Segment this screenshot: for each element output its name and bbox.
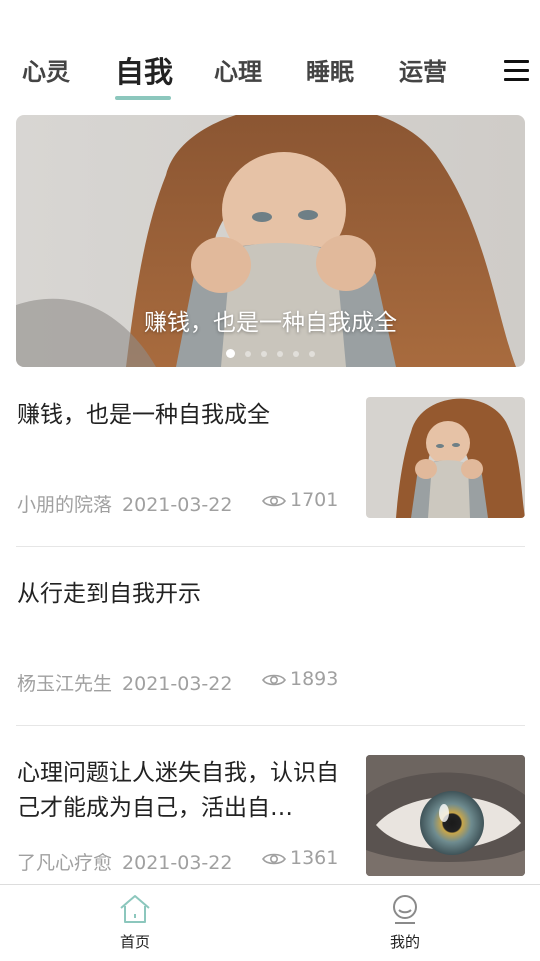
- article-author: 小朋的院落: [17, 494, 113, 516]
- nav-profile[interactable]: 我的: [365, 893, 445, 952]
- carousel-dot[interactable]: [261, 350, 267, 357]
- view-count: 1893: [262, 668, 338, 690]
- article-meta: 了凡心疗愈 2021-03-22: [17, 848, 232, 875]
- carousel-dot[interactable]: [226, 349, 235, 358]
- eye-icon: [262, 853, 286, 864]
- carousel-dot[interactable]: [309, 350, 315, 357]
- view-count: 1701: [262, 489, 338, 511]
- banner-carousel[interactable]: 赚钱，也是一种自我成全: [16, 115, 525, 367]
- active-tab-indicator: [115, 96, 171, 100]
- article-item[interactable]: 赚钱，也是一种自我成全 小朋的院落 2021-03-22 1701: [16, 396, 525, 520]
- article-date: 2021-03-22: [122, 673, 233, 695]
- view-count-value: 1701: [290, 489, 339, 511]
- tab-ziwo[interactable]: 自我: [115, 52, 173, 92]
- nav-home[interactable]: 首页: [95, 893, 175, 952]
- tab-xinli[interactable]: 心理: [214, 52, 262, 92]
- profile-icon: [393, 895, 417, 924]
- article-meta: 小朋的院落 2021-03-22: [17, 490, 232, 517]
- tab-xinling[interactable]: 心灵: [22, 52, 70, 92]
- article-author: 了凡心疗愈: [17, 852, 113, 874]
- banner-caption: 赚钱，也是一种自我成全: [144, 310, 397, 336]
- eye-icon: [262, 495, 286, 506]
- article-meta: 杨玉江先生 2021-03-22: [17, 669, 232, 696]
- view-count-value: 1361: [290, 847, 339, 869]
- article-item[interactable]: 心理问题让人迷失自我，认识自己才能成为自己，活出自… 了凡心疗愈 2021-03-…: [16, 754, 525, 878]
- article-thumbnail: [366, 755, 525, 876]
- article-thumbnail: [366, 397, 525, 518]
- view-count-value: 1893: [290, 668, 339, 690]
- eye-icon: [262, 674, 286, 685]
- nav-profile-label: 我的: [389, 933, 420, 951]
- divider: [16, 725, 525, 726]
- home-icon: [120, 895, 150, 923]
- tab-yunying[interactable]: 运营: [399, 52, 447, 92]
- tab-shuimian[interactable]: 睡眠: [306, 52, 354, 92]
- carousel-dot[interactable]: [245, 350, 251, 357]
- article-author: 杨玉江先生: [17, 673, 113, 695]
- article-title: 心理问题让人迷失自我，认识自己才能成为自己，活出自…: [17, 760, 339, 821]
- article-date: 2021-03-22: [122, 494, 233, 516]
- carousel-dot[interactable]: [293, 350, 299, 357]
- article-item[interactable]: 从行走到自我开示 杨玉江先生 2021-03-22 1893: [16, 575, 525, 699]
- category-tabs: 心灵 自我 心理 睡眠 运营: [0, 0, 540, 110]
- view-count: 1361: [262, 847, 338, 869]
- nav-home-label: 首页: [119, 933, 150, 951]
- divider: [16, 546, 525, 547]
- article-date: 2021-03-22: [122, 852, 233, 874]
- carousel-dots: [16, 343, 525, 358]
- article-title: 赚钱，也是一种自我成全: [17, 402, 270, 428]
- menu-icon[interactable]: [502, 58, 532, 84]
- carousel-dot[interactable]: [277, 350, 283, 357]
- article-title: 从行走到自我开示: [17, 581, 201, 607]
- bottom-nav: 首页 我的: [0, 884, 540, 961]
